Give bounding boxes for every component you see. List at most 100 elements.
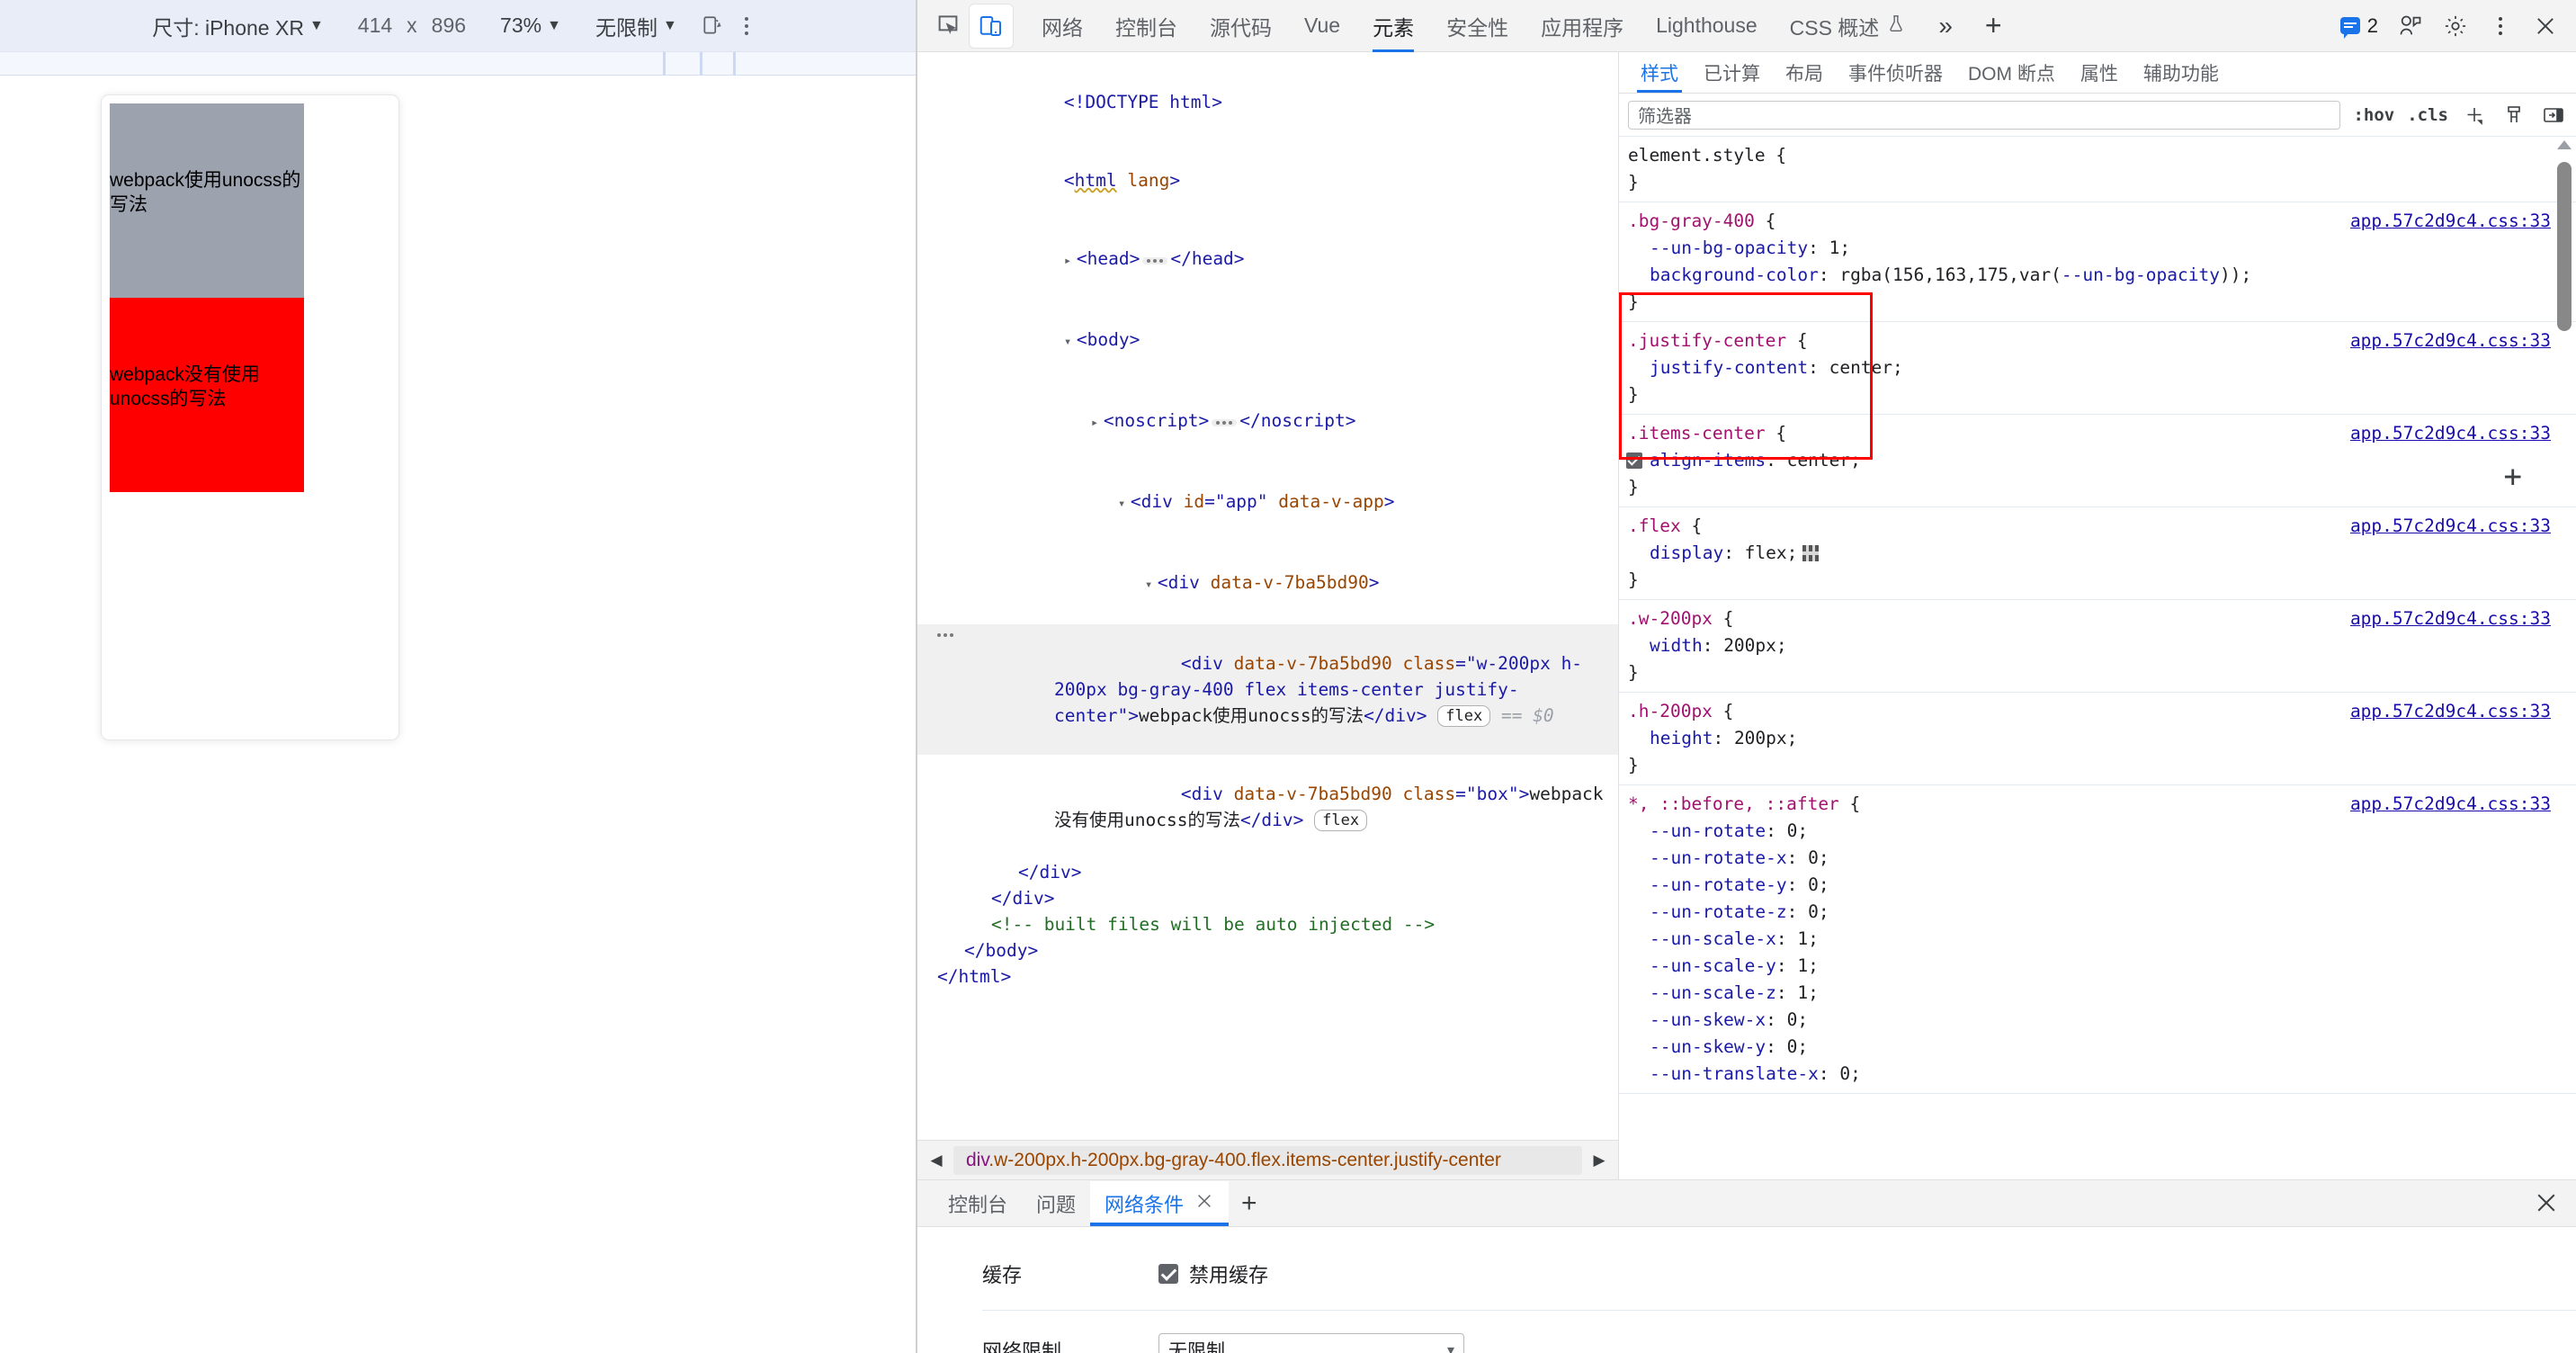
declaration-value[interactable]: 0 xyxy=(1839,1063,1850,1084)
toggle-sidebar-icon[interactable] xyxy=(2540,102,2567,129)
more-options-icon[interactable] xyxy=(2479,4,2522,48)
style-rule-flex[interactable]: app.57c2d9c4.css:33 .flex { display: fle… xyxy=(1619,507,2576,600)
tab-console[interactable]: 控制台 xyxy=(1099,0,1194,52)
tab-vue[interactable]: Vue xyxy=(1288,0,1356,52)
dom-line-close-html[interactable]: </html> xyxy=(917,963,1618,990)
declaration-property[interactable]: --un-translate-x xyxy=(1650,1063,1819,1084)
declaration-value[interactable]: flex xyxy=(1745,542,1787,563)
declaration-property[interactable]: width xyxy=(1650,635,1703,656)
tab-styles[interactable]: 样式 xyxy=(1628,53,1691,93)
drawer-tab-console[interactable]: 控制台 xyxy=(934,1181,1022,1226)
declaration-property[interactable]: --un-rotate-z xyxy=(1650,901,1787,922)
device-size-selector[interactable]: 尺寸: iPhone XR ▼ xyxy=(152,11,324,41)
style-rule-justify-center[interactable]: app.57c2d9c4.css:33 .justify-center { ju… xyxy=(1619,322,2576,415)
tab-event-listeners[interactable]: 事件侦听器 xyxy=(1836,53,1955,93)
declaration-property[interactable]: --un-rotate-y xyxy=(1650,874,1787,895)
declaration-property[interactable]: height xyxy=(1650,728,1713,748)
declaration-value[interactable]: 200px xyxy=(1734,728,1787,748)
close-drawer-icon[interactable] xyxy=(2533,1189,2560,1223)
add-declaration-icon[interactable]: + xyxy=(2504,461,2522,492)
dom-line-box-div[interactable]: <div data-v-7ba5bd90 class="box">webpack… xyxy=(917,755,1618,859)
dom-line-app[interactable]: ▾<div id="app" data-v-app> xyxy=(917,462,1618,543)
tab-application[interactable]: 应用程序 xyxy=(1525,0,1640,52)
declaration-value[interactable]: 1 xyxy=(1829,237,1840,258)
flex-editor-icon[interactable] xyxy=(1802,545,1819,561)
tab-computed[interactable]: 已计算 xyxy=(1691,53,1773,93)
declaration-value[interactable]: 0 xyxy=(1787,1036,1798,1057)
dom-line-head[interactable]: ▸<head></head> xyxy=(917,220,1618,300)
device-height-input[interactable]: 896 xyxy=(432,13,466,38)
breadcrumb-scroll-left-icon[interactable]: ◀ xyxy=(928,1151,944,1169)
declaration-property[interactable]: --un-skew-y xyxy=(1650,1036,1766,1057)
declaration-value[interactable]: 1 xyxy=(1797,982,1808,1003)
declaration-property[interactable]: background-color xyxy=(1650,264,1819,285)
declaration-property[interactable]: --un-bg-opacity xyxy=(1650,237,1808,258)
declaration-value[interactable]: 1 xyxy=(1797,928,1808,949)
device-width-input[interactable]: 414 xyxy=(358,13,392,38)
declaration-value[interactable]: 0 xyxy=(1808,874,1819,895)
declaration-value[interactable]: 0 xyxy=(1808,901,1819,922)
dom-line-doctype[interactable]: <!DOCTYPE html> xyxy=(917,63,1618,141)
throttling-selector[interactable]: 无限制 ▼ xyxy=(595,11,677,41)
tab-security[interactable]: 安全性 xyxy=(1430,0,1525,52)
close-icon[interactable] xyxy=(2524,4,2567,48)
style-rule-h-200px[interactable]: app.57c2d9c4.css:33 .h-200px { height: 2… xyxy=(1619,693,2576,785)
rule-source-link[interactable]: app.57c2d9c4.css:33 xyxy=(2350,327,2551,354)
tab-accessibility[interactable]: 辅助功能 xyxy=(2131,53,2232,93)
message-count-badge[interactable]: 2 xyxy=(2340,14,2378,38)
style-rule-universal[interactable]: app.57c2d9c4.css:33 *, ::before, ::after… xyxy=(1619,785,2576,1094)
dom-line-wrapper[interactable]: ▾<div data-v-7ba5bd90> xyxy=(917,543,1618,624)
dom-line-selected-gray-div[interactable]: <div data-v-7ba5bd90 class="w-200px h-20… xyxy=(917,624,1618,755)
tab-network[interactable]: 网络 xyxy=(1025,0,1099,52)
more-options-icon[interactable] xyxy=(729,9,764,43)
dom-line-noscript[interactable]: ▸<noscript></noscript> xyxy=(917,381,1618,462)
declaration-value[interactable]: 1 xyxy=(1797,955,1808,976)
style-rule-items-center[interactable]: app.57c2d9c4.css:33 .items-center { alig… xyxy=(1619,415,2576,507)
declaration-value[interactable]: 0 xyxy=(1787,820,1798,841)
dom-line-close-app[interactable]: </div> xyxy=(917,885,1618,911)
rule-source-link[interactable]: app.57c2d9c4.css:33 xyxy=(2350,513,2551,540)
dom-line-html[interactable]: <html lang> xyxy=(917,141,1618,220)
declaration-property[interactable]: --un-scale-x xyxy=(1650,928,1776,949)
drawer-tab-issues[interactable]: 问题 xyxy=(1022,1181,1090,1226)
declaration-property[interactable]: display xyxy=(1650,542,1723,563)
style-rule-element-style[interactable]: element.style { } xyxy=(1619,137,2576,202)
tab-properties[interactable]: 属性 xyxy=(2068,53,2131,93)
tab-sources[interactable]: 源代码 xyxy=(1194,0,1288,52)
throttling-select[interactable]: 无限制 ▾ xyxy=(1158,1333,1464,1353)
more-tabs-icon[interactable]: » xyxy=(1922,0,1969,52)
devices-icon[interactable] xyxy=(2389,4,2432,48)
drawer-tab-network-conditions[interactable]: 网络条件 xyxy=(1090,1181,1229,1226)
style-rule-bg-gray-400[interactable]: app.57c2d9c4.css:33 .bg-gray-400 { --un-… xyxy=(1619,202,2576,322)
rotate-device-icon[interactable] xyxy=(695,9,729,43)
filter-input[interactable]: 筛选器 xyxy=(1628,101,2340,130)
style-rule-w-200px[interactable]: app.57c2d9c4.css:33 .w-200px { width: 20… xyxy=(1619,600,2576,693)
declaration-value[interactable]: 0 xyxy=(1787,1009,1798,1030)
scroll-up-arrow-icon[interactable] xyxy=(2557,140,2572,149)
rule-source-link[interactable]: app.57c2d9c4.css:33 xyxy=(2350,208,2551,235)
rule-source-link[interactable]: app.57c2d9c4.css:33 xyxy=(2350,791,2551,818)
flex-badge[interactable]: flex xyxy=(1437,705,1490,727)
add-style-rule-icon[interactable] xyxy=(2461,102,2488,129)
declaration-value[interactable]: center xyxy=(1787,450,1850,470)
dom-line-body[interactable]: ▾<body> xyxy=(917,300,1618,381)
dom-line-close-wrapper[interactable]: </div> xyxy=(917,859,1618,885)
tab-css-overview[interactable]: CSS 概述 xyxy=(1774,0,1923,52)
declaration-property[interactable]: --un-rotate xyxy=(1650,820,1766,841)
declaration-value[interactable]: center xyxy=(1829,357,1892,378)
declaration-enabled-checkbox[interactable] xyxy=(1626,452,1642,469)
declaration-property[interactable]: --un-scale-y xyxy=(1650,955,1776,976)
add-panel-icon[interactable]: + xyxy=(1969,0,2018,52)
tab-lighthouse[interactable]: Lighthouse xyxy=(1640,0,1774,52)
declaration-value[interactable]: 0 xyxy=(1808,847,1819,868)
dom-line-comment[interactable]: <!-- built files will be auto injected -… xyxy=(917,911,1618,937)
print-preview-icon[interactable] xyxy=(2500,102,2527,129)
styles-rules-list[interactable]: element.style { } app.57c2d9c4.css:33 .b… xyxy=(1619,137,2576,1179)
gear-icon[interactable] xyxy=(2434,4,2477,48)
zoom-selector[interactable]: 73% ▼ xyxy=(500,13,561,38)
add-drawer-tab-icon[interactable]: + xyxy=(1241,1181,1257,1226)
tab-dom-breakpoints[interactable]: DOM 断点 xyxy=(1955,53,2068,93)
breadcrumb-scroll-right-icon[interactable]: ▶ xyxy=(1591,1151,1607,1169)
rule-source-link[interactable]: app.57c2d9c4.css:33 xyxy=(2350,420,2551,447)
declaration-property[interactable]: --un-scale-z xyxy=(1650,982,1776,1003)
